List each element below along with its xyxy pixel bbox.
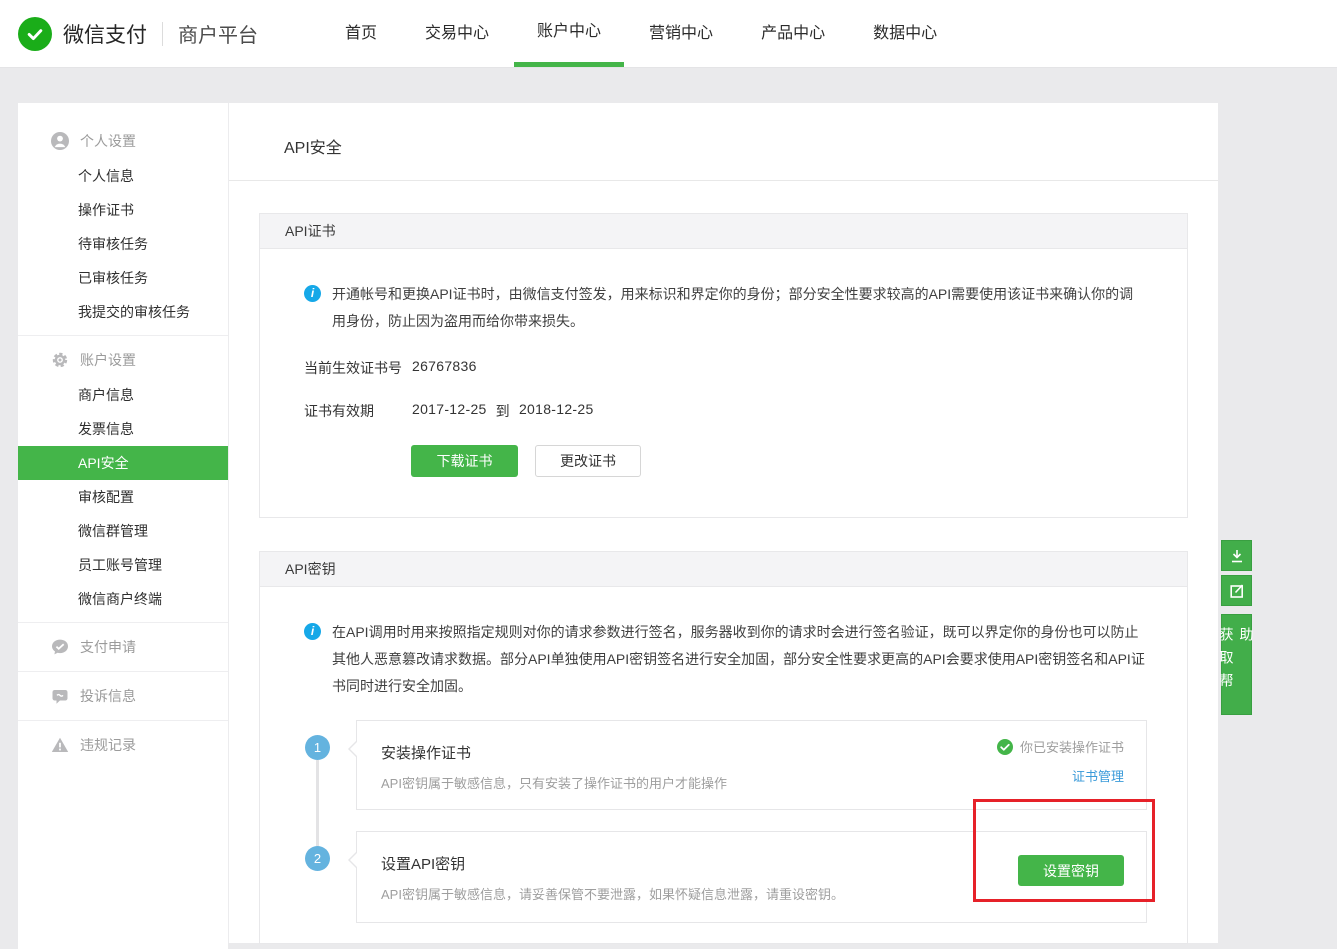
info-icon: i xyxy=(304,623,321,640)
float-feedback-button[interactable] xyxy=(1221,575,1252,606)
download-icon xyxy=(1229,548,1245,564)
api-certificate-card: API证书 i 开通帐号和更换API证书时，由微信支付签发，用来标识和界定你的身… xyxy=(259,213,1188,518)
api-key-steps: 1 安装操作证书 API密钥属于敏感信息，只有安装了操作证书的用户才能操作 你已… xyxy=(304,720,1147,923)
main-panel: API安全 API证书 i 开通帐号和更换API证书时，由微信支付签发，用来标识… xyxy=(228,103,1218,943)
warning-icon xyxy=(51,736,69,754)
sidebar-header-account-settings: 账户设置 xyxy=(18,342,228,378)
page-title: API安全 xyxy=(229,103,1218,158)
certificate-info-row: i 开通帐号和更换API证书时，由微信支付签发，用来标识和界定你的身份；部分安全… xyxy=(304,249,1147,335)
brand-name: 微信支付 xyxy=(63,19,147,49)
nav-item-data-center[interactable]: 数据中心 xyxy=(873,0,937,67)
change-certificate-button[interactable]: 更改证书 xyxy=(535,445,641,477)
sidebar-section-personal: 个人设置 个人信息 操作证书 待审核任务 已审核任务 我提交的审核任务 xyxy=(18,103,228,335)
sidebar-header-payment-application[interactable]: 支付申请 xyxy=(18,629,228,665)
certificate-info-text: 开通帐号和更换API证书时，由微信支付签发，用来标识和界定你的身份；部分安全性要… xyxy=(332,281,1147,335)
certificate-management-link[interactable]: 证书管理 xyxy=(1072,766,1124,785)
floating-help-bar: 获取帮助 xyxy=(1221,540,1252,715)
sidebar-item-operation-cert[interactable]: 操作证书 xyxy=(18,193,228,227)
set-api-key-button[interactable]: 设置密钥 xyxy=(1018,855,1124,886)
nav-item-marketing-center[interactable]: 营销中心 xyxy=(649,0,713,67)
chat-check-icon xyxy=(51,638,69,656)
certificate-number-value: 26767836 xyxy=(412,358,477,378)
brand-divider xyxy=(162,22,163,46)
step-2-description: API密钥属于敏感信息，请妥善保管不要泄露，如果怀疑信息泄露，请重设密钥。 xyxy=(381,884,1122,903)
sidebar-section-title: 账户设置 xyxy=(80,350,136,370)
sidebar-item-pending-tasks[interactable]: 待审核任务 xyxy=(18,227,228,261)
step-1-status-text: 你已安装操作证书 xyxy=(1020,737,1124,756)
sidebar-section-title: 违规记录 xyxy=(80,735,136,755)
certificate-valid-from: 2017-12-25 xyxy=(412,401,487,421)
brand: 微信支付 商户平台 xyxy=(18,0,258,67)
sidebar-item-wechat-group-mgmt[interactable]: 微信群管理 xyxy=(18,514,228,548)
certificate-valid-join: 到 xyxy=(496,401,510,421)
step-2-title: 设置API密钥 xyxy=(381,853,1122,874)
certificate-valid-to: 2018-12-25 xyxy=(519,401,594,421)
nav-item-product-center[interactable]: 产品中心 xyxy=(761,0,825,67)
sidebar-item-review-config[interactable]: 审核配置 xyxy=(18,480,228,514)
sidebar-item-api-security[interactable]: API安全 xyxy=(18,446,228,480)
step-1-badge: 1 xyxy=(305,735,330,760)
sidebar-item-invoice-info[interactable]: 发票信息 xyxy=(18,412,228,446)
certificate-validity-row: 证书有效期 2017-12-25 到 2018-12-25 xyxy=(304,401,1147,421)
step-1-right: 你已安装操作证书 证书管理 xyxy=(997,737,1124,786)
certificate-buttons: 下载证书 更改证书 xyxy=(411,445,1147,477)
nav-item-account-center[interactable]: 账户中心 xyxy=(514,0,624,67)
sidebar-item-my-submitted-tasks[interactable]: 我提交的审核任务 xyxy=(18,295,228,329)
certificate-number-row: 当前生效证书号 26767836 xyxy=(304,358,1147,378)
sidebar-section-complaint-info: 投诉信息 xyxy=(18,671,228,720)
edit-icon xyxy=(1229,583,1245,599)
float-download-button[interactable] xyxy=(1221,540,1252,571)
api-certificate-card-body: i 开通帐号和更换API证书时，由微信支付签发，用来标识和界定你的身份；部分安全… xyxy=(259,249,1188,518)
sidebar: 个人设置 个人信息 操作证书 待审核任务 已审核任务 我提交的审核任务 账户设置… xyxy=(18,103,228,949)
sidebar-section-violation-record: 违规记录 xyxy=(18,720,228,769)
step-1-status: 你已安装操作证书 xyxy=(997,737,1124,756)
gear-icon xyxy=(51,351,69,369)
check-circle-icon xyxy=(997,739,1013,755)
api-certificate-card-title: API证书 xyxy=(259,213,1188,249)
step-1-install-cert-box: 安装操作证书 API密钥属于敏感信息，只有安装了操作证书的用户才能操作 你已安装… xyxy=(356,720,1147,810)
sidebar-section-title: 投诉信息 xyxy=(80,686,136,706)
sidebar-header-violation-record[interactable]: 违规记录 xyxy=(18,727,228,763)
sidebar-section-account: 账户设置 商户信息 发票信息 API安全 审核配置 微信群管理 员工账号管理 微… xyxy=(18,335,228,622)
sidebar-header-personal-settings: 个人设置 xyxy=(18,123,228,159)
step-connector-line xyxy=(316,760,319,848)
chat-icon xyxy=(51,687,69,705)
primary-nav: 首页 交易中心 账户中心 营销中心 产品中心 数据中心 xyxy=(345,0,937,67)
sidebar-item-reviewed-tasks[interactable]: 已审核任务 xyxy=(18,261,228,295)
api-key-card: API密钥 i 在API调用时用来按照指定规则对你的请求参数进行签名，服务器收到… xyxy=(259,551,1188,944)
user-icon xyxy=(51,132,69,150)
sidebar-section-payment-application: 支付申请 xyxy=(18,622,228,671)
get-help-button[interactable]: 获取帮助 xyxy=(1221,614,1252,715)
sidebar-item-personal-info[interactable]: 个人信息 xyxy=(18,159,228,193)
certificate-number-label: 当前生效证书号 xyxy=(304,358,412,378)
page-header: API安全 xyxy=(229,103,1218,181)
step-2-set-api-key-box: 设置API密钥 API密钥属于敏感信息，请妥善保管不要泄露，如果怀疑信息泄露，请… xyxy=(356,831,1147,923)
sidebar-item-merchant-info[interactable]: 商户信息 xyxy=(18,378,228,412)
sidebar-item-wechat-merchant-terminal[interactable]: 微信商户终端 xyxy=(18,582,228,616)
download-certificate-button[interactable]: 下载证书 xyxy=(411,445,518,477)
api-key-card-body: i 在API调用时用来按照指定规则对你的请求参数进行签名，服务器收到你的请求时会… xyxy=(259,587,1188,944)
api-key-info-text: 在API调用时用来按照指定规则对你的请求参数进行签名，服务器收到你的请求时会进行… xyxy=(332,619,1147,700)
api-key-info-row: i 在API调用时用来按照指定规则对你的请求参数进行签名，服务器收到你的请求时会… xyxy=(304,587,1147,700)
sidebar-item-staff-account-mgmt[interactable]: 员工账号管理 xyxy=(18,548,228,582)
wechat-pay-logo-icon xyxy=(18,17,52,51)
api-key-card-title: API密钥 xyxy=(259,551,1188,587)
sidebar-section-title: 个人设置 xyxy=(80,131,136,151)
brand-subtitle: 商户平台 xyxy=(178,19,258,48)
info-icon: i xyxy=(304,285,321,302)
step-2-badge: 2 xyxy=(305,846,330,871)
sidebar-section-title: 支付申请 xyxy=(80,637,136,657)
certificate-validity-label: 证书有效期 xyxy=(304,401,412,421)
top-header: 微信支付 商户平台 首页 交易中心 账户中心 营销中心 产品中心 数据中心 xyxy=(0,0,1337,68)
sidebar-header-complaint-info[interactable]: 投诉信息 xyxy=(18,678,228,714)
nav-item-home[interactable]: 首页 xyxy=(345,0,377,67)
nav-item-transaction-center[interactable]: 交易中心 xyxy=(425,0,489,67)
